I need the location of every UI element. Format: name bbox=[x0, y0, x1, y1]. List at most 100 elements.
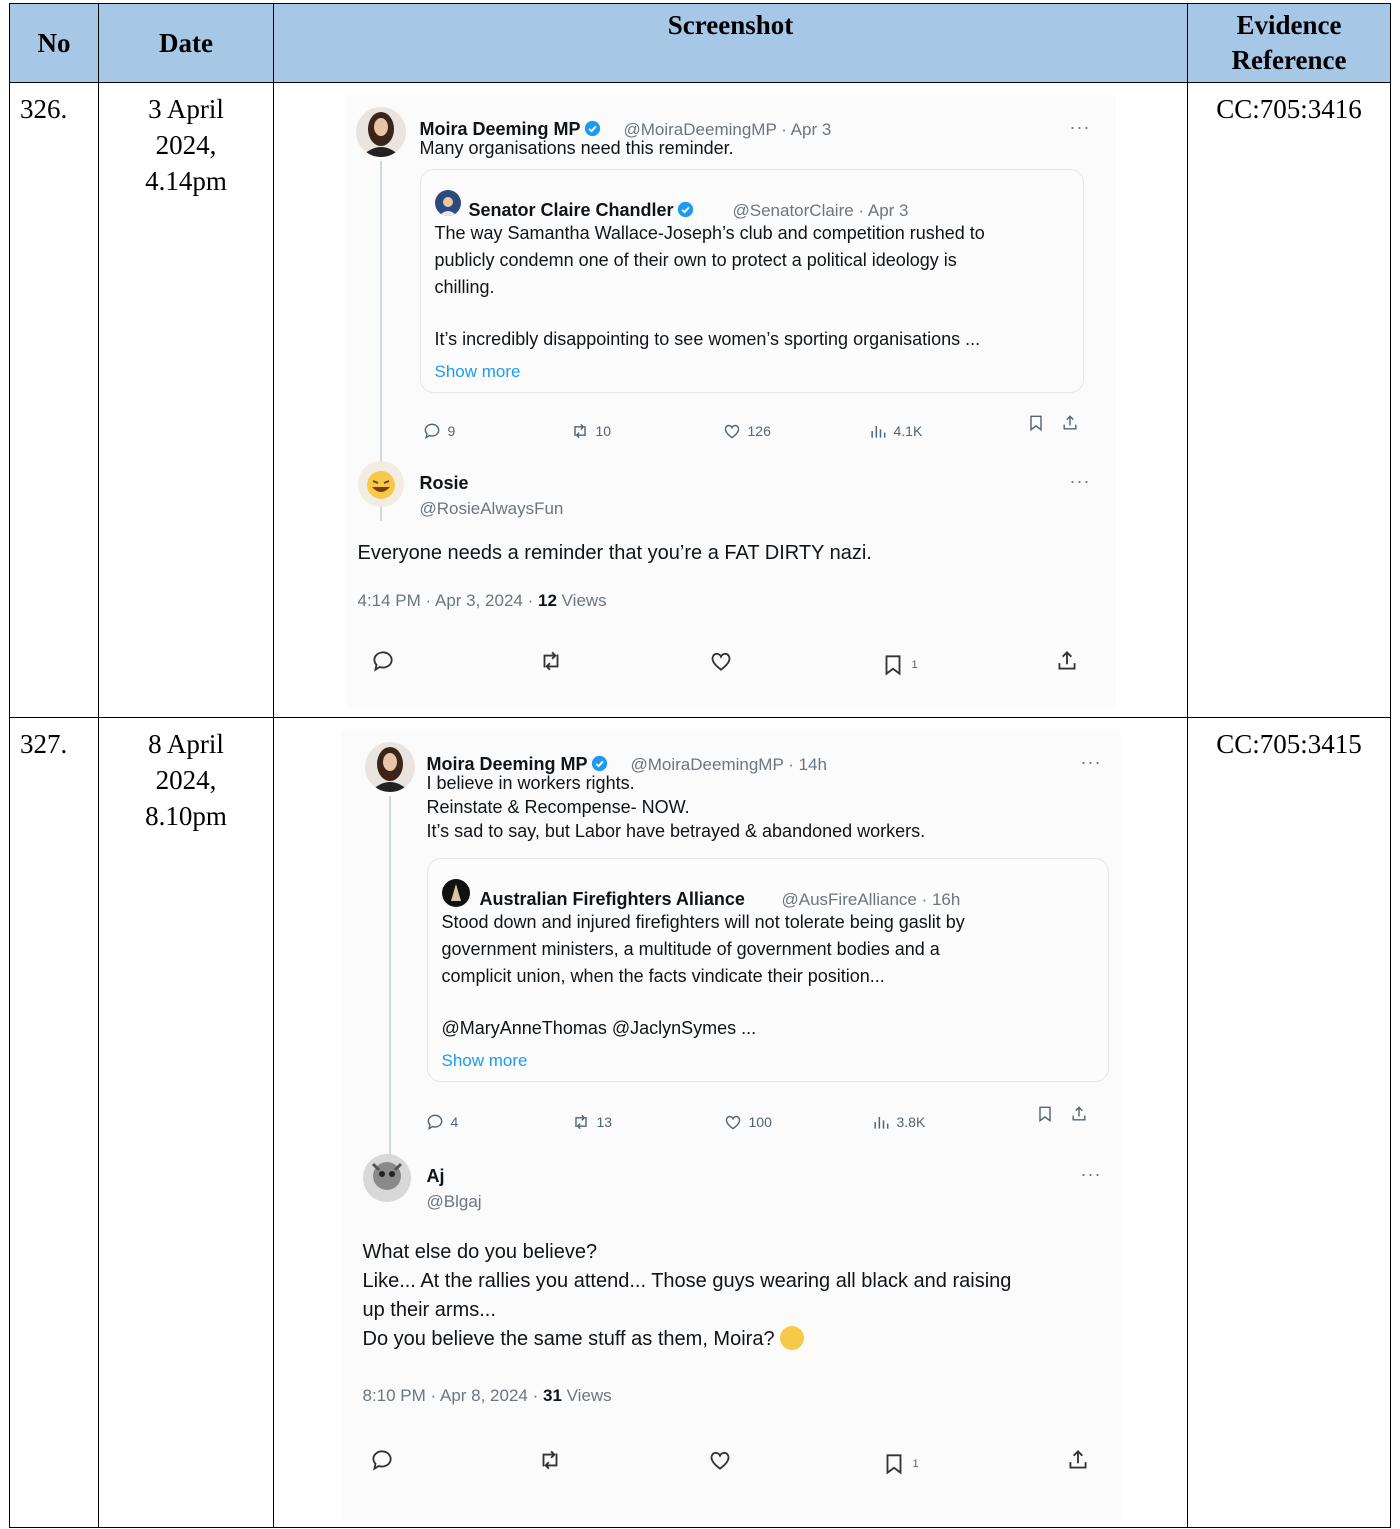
author-avatar bbox=[364, 742, 415, 792]
repost-icon bbox=[542, 1450, 557, 1470]
tweet-text: Many organisations need this reminder. bbox=[419, 138, 734, 158]
reply-author-handle[interactable]: @RosieAlwaysFun bbox=[420, 491, 564, 527]
like-icon bbox=[711, 652, 730, 671]
row-evidence-reference: CC:705:3416 bbox=[1187, 82, 1391, 718]
quote-text-line: publicly condemn one of their own to pro… bbox=[434, 250, 957, 270]
bookmark-icon bbox=[886, 1454, 901, 1475]
tweet-meta: 8:10 PM · Apr 8, 2024 · 31 Views bbox=[362, 1386, 612, 1405]
evidence-table: No Date Screenshot Evidence Reference 326… bbox=[9, 3, 1391, 1528]
views-icon bbox=[870, 426, 885, 438]
reply-icon bbox=[427, 1114, 442, 1131]
bookmark-icon bbox=[1029, 415, 1042, 432]
tweet-text-line: It’s sad to say, but Labor have betrayed… bbox=[426, 821, 926, 841]
like-icon bbox=[725, 1115, 740, 1130]
share-icon bbox=[1068, 1450, 1087, 1469]
repost-count[interactable]: 10 bbox=[570, 413, 611, 449]
bookmark-button[interactable] bbox=[1026, 413, 1046, 433]
like-count[interactable]: 100 bbox=[723, 1104, 772, 1140]
quote-text-line: chilling. bbox=[434, 277, 495, 297]
row-evidence-reference: CC:705:3415 bbox=[1187, 717, 1391, 1528]
like-icon bbox=[710, 1451, 729, 1470]
show-more-link[interactable]: Show more bbox=[435, 354, 521, 390]
views-count[interactable]: 3.8K bbox=[871, 1104, 925, 1140]
reply-avatar bbox=[357, 461, 404, 507]
quote-text-line: Stood down and injured firefighters will… bbox=[441, 912, 965, 932]
bookmark-count: 1 bbox=[912, 1458, 919, 1470]
table-header-row: No Date Screenshot Evidence Reference bbox=[9, 3, 1391, 83]
reply-icon bbox=[424, 423, 439, 440]
table-row: 326. 3 April 2024, 4.14pm Moira Deeming MP… bbox=[9, 82, 1391, 718]
reply-icon bbox=[371, 1450, 392, 1471]
more-icon[interactable]: ··· bbox=[1070, 109, 1091, 145]
like-button[interactable] bbox=[708, 647, 734, 683]
show-more-link[interactable]: Show more bbox=[442, 1043, 528, 1079]
verified-badge-icon bbox=[677, 201, 693, 218]
share-button[interactable] bbox=[1069, 1104, 1089, 1124]
share-button[interactable] bbox=[1060, 413, 1080, 433]
quote-text-line: @MaryAnneThomas @JaclynSymes ... bbox=[441, 1018, 757, 1038]
header-no: No bbox=[9, 3, 99, 83]
reply-text: Everyone needs a reminder that you’re a … bbox=[357, 542, 872, 564]
views-icon bbox=[873, 1117, 888, 1129]
tweet-screenshot: Moira Deeming MP @MoiraDeemingMP · 14h ·… bbox=[340, 730, 1121, 1520]
views-count[interactable]: 4.1K bbox=[868, 413, 922, 449]
author-handle[interactable]: @MoiraDeemingMP · 14h bbox=[631, 747, 827, 783]
reply-text-line: Do you believe the same stuff as them, M… bbox=[363, 1321, 805, 1357]
tweet-meta: 4:14 PM · Apr 3, 2024 · 12 Views bbox=[357, 591, 607, 610]
quoted-tweet[interactable]: Australian Firefighters Alliance @AusFir… bbox=[426, 858, 1109, 1082]
share-icon bbox=[1071, 1106, 1086, 1121]
share-button[interactable] bbox=[1065, 1446, 1091, 1482]
bookmark-button[interactable]: 1 bbox=[881, 1446, 919, 1482]
bookmark-icon bbox=[885, 655, 900, 676]
repost-icon bbox=[573, 423, 586, 439]
row-screenshot: Moira Deeming MP @MoiraDeemingMP · 14h ·… bbox=[273, 717, 1188, 1528]
bookmark-button[interactable] bbox=[1035, 1104, 1055, 1124]
reply-count[interactable]: 4 bbox=[425, 1104, 458, 1140]
row-number: 327. bbox=[9, 717, 99, 1528]
more-icon[interactable]: ··· bbox=[1081, 744, 1102, 780]
tweet-text-line: I believe in workers rights. bbox=[426, 773, 635, 793]
repost-count[interactable]: 13 bbox=[571, 1104, 612, 1140]
reply-author-handle[interactable]: @Blgaj bbox=[427, 1184, 482, 1220]
reply-button[interactable] bbox=[370, 647, 396, 683]
repost-icon bbox=[574, 1114, 587, 1130]
like-button[interactable] bbox=[707, 1446, 733, 1482]
share-icon bbox=[1057, 651, 1076, 670]
table-row: 327. 8 April 2024, 8.10pm Moira Deeming MP… bbox=[9, 717, 1391, 1528]
row-screenshot: Moira Deeming MP @MoiraDeemingMP · Apr 3… bbox=[273, 82, 1188, 718]
header-evidence-reference: Evidence Reference bbox=[1187, 3, 1391, 83]
like-icon bbox=[724, 424, 739, 439]
row-number: 326. bbox=[9, 82, 99, 718]
repost-button[interactable] bbox=[537, 1446, 563, 1482]
smirk-emoji-icon bbox=[780, 1326, 805, 1350]
tweet-text-line: Reinstate & Recompense- NOW. bbox=[426, 797, 690, 817]
quote-text-line: complicit union, when the facts vindicat… bbox=[441, 966, 885, 986]
bookmark-count: 1 bbox=[911, 659, 918, 671]
reply-button[interactable] bbox=[369, 1446, 395, 1482]
more-icon[interactable]: ··· bbox=[1070, 463, 1091, 499]
quote-avatar bbox=[441, 879, 470, 907]
quote-text-line: It’s incredibly disappointing to see wom… bbox=[434, 329, 981, 349]
reply-icon bbox=[372, 651, 393, 672]
reply-avatar bbox=[362, 1154, 411, 1202]
author-avatar bbox=[355, 107, 406, 157]
share-button[interactable] bbox=[1054, 647, 1080, 683]
more-icon[interactable]: ··· bbox=[1081, 1156, 1102, 1192]
repost-button[interactable] bbox=[538, 647, 564, 683]
header-date: Date bbox=[98, 3, 274, 83]
row-date: 8 April 2024, 8.10pm bbox=[98, 717, 274, 1528]
tweet-screenshot: Moira Deeming MP @MoiraDeemingMP · Apr 3… bbox=[345, 95, 1116, 708]
share-icon bbox=[1062, 415, 1077, 430]
like-count[interactable]: 126 bbox=[722, 413, 771, 449]
thread-line bbox=[388, 796, 391, 1186]
row-date: 3 April 2024, 4.14pm bbox=[98, 82, 274, 718]
quoted-tweet[interactable]: Senator Claire Chandler @SenatorClaire ·… bbox=[419, 169, 1084, 393]
bookmark-button[interactable]: 1 bbox=[880, 647, 918, 683]
reply-count[interactable]: 9 bbox=[422, 413, 455, 449]
repost-icon bbox=[543, 651, 558, 671]
header-screenshot: Screenshot bbox=[273, 3, 1188, 83]
quote-avatar bbox=[434, 190, 461, 216]
bookmark-icon bbox=[1038, 1106, 1051, 1123]
quote-text-line: government ministers, a multitude of gov… bbox=[441, 939, 940, 959]
quote-text-line: The way Samantha Wallace-Joseph’s club a… bbox=[434, 223, 985, 243]
